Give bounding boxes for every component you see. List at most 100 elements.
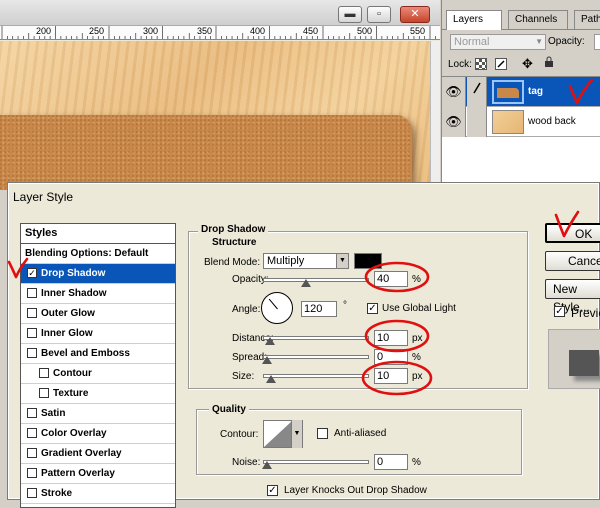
style-item-color-overlay[interactable]: Color Overlay [21, 424, 175, 444]
style-item-inner-shadow[interactable]: Inner Shadow [21, 284, 175, 304]
noise-slider-thumb[interactable] [262, 461, 272, 469]
style-item-label: Gradient Overlay [41, 448, 122, 459]
style-checkbox[interactable] [27, 488, 37, 498]
layer-opacity-label: Opacity: [548, 36, 585, 47]
link-cell[interactable] [467, 107, 487, 137]
spread-slider-thumb[interactable] [262, 356, 272, 364]
maximize-button[interactable]: ▫ [367, 6, 391, 23]
style-item-pattern-overlay[interactable]: Pattern Overlay [21, 464, 175, 484]
style-item-bevel-and-emboss[interactable]: Bevel and Emboss [21, 344, 175, 364]
opacity-slider[interactable] [263, 278, 369, 282]
ruler-label: 300 [143, 26, 159, 36]
distance-input[interactable]: 10 [374, 330, 408, 346]
degree-unit: ° [343, 300, 347, 311]
ruler-label: 350 [197, 26, 213, 36]
angle-hand [268, 298, 278, 310]
preview-label: Preview [571, 306, 600, 320]
tab-paths[interactable]: Paths [574, 10, 600, 30]
ok-button[interactable]: OK [545, 223, 600, 243]
lock-all-icon[interactable] [544, 56, 556, 68]
style-item-gradient-overlay[interactable]: Gradient Overlay [21, 444, 175, 464]
distance-slider-thumb[interactable] [264, 337, 275, 345]
size-slider-thumb[interactable] [265, 375, 276, 383]
size-slider[interactable] [263, 374, 369, 378]
noise-input[interactable]: 0 [374, 454, 408, 470]
angle-dial[interactable] [261, 292, 293, 324]
use-global-light-checkbox[interactable]: ✓ [367, 303, 378, 314]
lock-transparency-icon[interactable] [475, 58, 487, 70]
minimize-button[interactable]: ▬ [338, 6, 362, 23]
distance-unit: px [412, 333, 423, 344]
style-item-label: Drop Shadow [41, 268, 106, 279]
noise-unit: % [412, 457, 421, 468]
style-checkbox[interactable] [27, 288, 37, 298]
tab-channels[interactable]: Channels [508, 10, 568, 30]
style-item-contour[interactable]: Contour [21, 364, 175, 384]
shadow-color-swatch[interactable] [354, 253, 382, 269]
horizontal-ruler: 200 250 300 350 400 450 500 550 [0, 26, 440, 40]
layer-row-wood-back[interactable]: 👁 wood back [442, 107, 600, 137]
style-checkbox[interactable] [27, 348, 37, 358]
style-checkbox[interactable] [27, 468, 37, 478]
style-checkbox[interactable]: ✓ [27, 268, 37, 278]
cork-tag-shape [0, 115, 412, 190]
ruler-label: 200 [36, 26, 52, 36]
layer-name: tag [528, 86, 543, 97]
ruler-ticks [1, 26, 436, 39]
style-checkbox[interactable] [27, 428, 37, 438]
style-item-satin[interactable]: Satin [21, 404, 175, 424]
distance-slider[interactable] [263, 336, 369, 340]
vertical-scrollbar[interactable] [430, 41, 440, 190]
style-checkbox[interactable] [27, 408, 37, 418]
blend-mode-select[interactable]: Multiply ▼ [263, 253, 349, 269]
tab-layers[interactable]: Layers [446, 10, 502, 30]
brush-icon[interactable] [467, 77, 487, 107]
style-checkbox[interactable] [39, 368, 49, 378]
style-item-label: Color Overlay [41, 428, 107, 439]
layer-row-tag[interactable]: 👁 tag [442, 77, 600, 107]
style-item-stroke[interactable]: Stroke [21, 484, 175, 504]
structure-title: Structure [209, 237, 260, 248]
lock-position-icon[interactable]: ✥ [522, 56, 534, 71]
style-item-blending-options-default[interactable]: Blending Options: Default [21, 244, 175, 264]
blend-mode-value: Multiply [267, 255, 305, 267]
eye-icon[interactable]: 👁 [442, 107, 466, 137]
brush-icon [497, 60, 505, 68]
new-style-button[interactable]: New Style... [545, 279, 600, 314]
layer-thumbnail [492, 80, 524, 104]
style-checkbox[interactable] [27, 448, 37, 458]
size-unit: px [412, 371, 423, 382]
size-input[interactable]: 10 [374, 368, 408, 384]
layer-blend-mode-select[interactable]: Normal ▼ [450, 34, 546, 50]
cancel-button[interactable]: Cancel [545, 251, 600, 271]
style-item-inner-glow[interactable]: Inner Glow [21, 324, 175, 344]
close-button[interactable]: ✕ [400, 6, 430, 23]
document-canvas[interactable] [0, 41, 440, 190]
style-item-label: Satin [41, 408, 66, 419]
opacity-slider-thumb[interactable] [301, 279, 312, 287]
knockout-checkbox[interactable]: ✓ [267, 485, 278, 496]
layer-opacity-field[interactable] [594, 34, 600, 50]
noise-slider[interactable] [263, 460, 369, 464]
style-checkbox[interactable] [27, 308, 37, 318]
spread-slider[interactable] [263, 355, 369, 359]
styles-header[interactable]: Styles [21, 224, 175, 244]
style-item-outer-glow[interactable]: Outer Glow [21, 304, 175, 324]
style-checkbox[interactable] [39, 388, 49, 398]
paintbrush-glyph [472, 82, 481, 94]
angle-input[interactable]: 120 [301, 301, 337, 317]
style-item-drop-shadow[interactable]: ✓ Drop Shadow [21, 264, 175, 284]
preview-swatch [569, 350, 599, 376]
padlock-icon [545, 56, 553, 67]
chevron-down-icon[interactable]: ▼ [291, 420, 302, 448]
lock-pixels-icon[interactable] [495, 58, 507, 70]
anti-aliased-checkbox[interactable] [317, 428, 328, 439]
eye-icon[interactable]: 👁 [442, 77, 466, 107]
style-checkbox[interactable] [27, 328, 37, 338]
style-item-texture[interactable]: Texture [21, 384, 175, 404]
preview-checkbox[interactable]: ✓ [554, 306, 565, 317]
opacity-input[interactable]: 40 [374, 271, 408, 287]
spread-input[interactable]: 0 [374, 349, 408, 365]
quality-title: Quality [209, 404, 249, 415]
layer-name: wood back [528, 116, 576, 127]
